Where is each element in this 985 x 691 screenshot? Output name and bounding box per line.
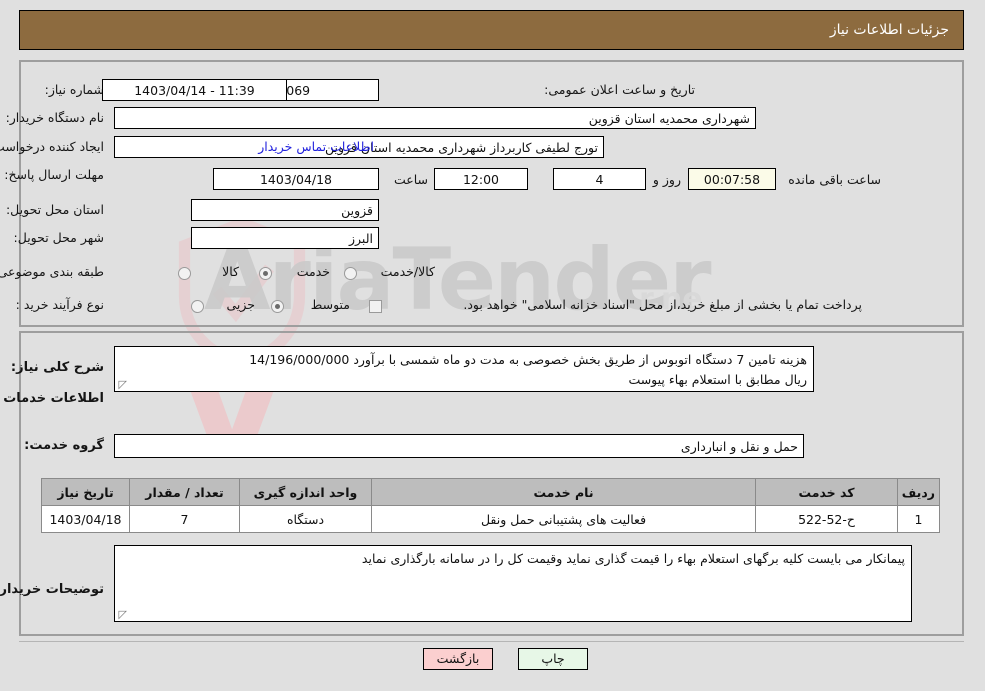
cell-unit: دستگاه bbox=[240, 505, 373, 533]
page-title: جزئیات اطلاعات نیاز bbox=[830, 22, 950, 38]
description-line-1: هزینه تامین 7 دستگاه اتوبوس از طریق بخش … bbox=[250, 352, 808, 367]
cell-code: ح-52-522 bbox=[756, 505, 899, 533]
label-buyer-notes: توضیحات خریدار: bbox=[0, 582, 105, 597]
buyer-notes-text: پیمانکار می بایست کلیه برگهای استعلام به… bbox=[362, 551, 906, 566]
label-requester: ایجاد کننده درخواست: bbox=[0, 139, 105, 154]
radio-category-kala[interactable] bbox=[179, 267, 192, 280]
label-service-group: گروه خدمت: bbox=[25, 438, 105, 453]
label-buyer-org: نام دستگاه خریدار: bbox=[6, 110, 105, 125]
label-announce-datetime: تاریخ و ساعت اعلان عمومی: bbox=[545, 82, 696, 97]
label-purchase-partial: جزیی bbox=[227, 297, 256, 312]
page-root: V AriaTender r.ne جزئیات اطلاعات نیاز شم… bbox=[0, 0, 985, 691]
announce-datetime-field: 11:39 - 1403/04/14 bbox=[103, 79, 288, 101]
th-code: کد خدمت bbox=[756, 478, 899, 506]
deadline-days-field: 4 bbox=[554, 168, 647, 190]
th-name: نام خدمت bbox=[372, 478, 757, 506]
label-category: طبقه بندی موضوعی: bbox=[0, 264, 105, 279]
label-deadline-days: روز و bbox=[653, 172, 682, 187]
label-delivery-city: شهر محل تحویل: bbox=[14, 230, 105, 245]
resize-grip-icon-notes[interactable]: ◸ bbox=[118, 609, 128, 620]
checkbox-treasury-docs[interactable] bbox=[370, 300, 383, 313]
service-group-field: حمل و نقل و انبارداری bbox=[115, 434, 805, 458]
label-deadline-remaining: ساعت باقی مانده bbox=[789, 172, 882, 187]
cell-quantity: 7 bbox=[130, 505, 241, 533]
cell-need-date: 1403/04/18 bbox=[42, 505, 131, 533]
label-category-kala: کالا bbox=[223, 264, 240, 279]
window-title-bar: جزئیات اطلاعات نیاز bbox=[20, 10, 965, 50]
services-section-title: اطلاعات خدمات مورد نیاز bbox=[0, 391, 105, 406]
radio-purchase-partial[interactable] bbox=[192, 300, 205, 313]
th-quantity: تعداد / مقدار bbox=[130, 478, 241, 506]
buyer-notes-textarea[interactable]: پیمانکار می بایست کلیه برگهای استعلام به… bbox=[115, 545, 913, 622]
radio-purchase-medium[interactable] bbox=[272, 300, 285, 313]
label-purchase-medium: متوسط bbox=[311, 297, 351, 312]
radio-category-kala-khedmat[interactable] bbox=[345, 267, 358, 280]
delivery-city-field: البرز bbox=[192, 227, 380, 249]
label-deadline: مهلت ارسال پاسخ: تا تاریخ: bbox=[0, 167, 105, 182]
radio-category-khedmat[interactable] bbox=[260, 267, 273, 280]
label-deadline-time: ساعت bbox=[394, 172, 429, 187]
table-row[interactable]: 1 ح-52-522 فعالیت های پشتیبانی حمل ونقل … bbox=[42, 505, 941, 533]
cell-row: 1 bbox=[898, 505, 941, 533]
label-category-kala-khedmat: کالا/خدمت bbox=[381, 264, 436, 279]
back-button[interactable]: بازگشت bbox=[424, 648, 494, 670]
label-category-khedmat: خدمت bbox=[297, 264, 331, 279]
th-row: ردیف bbox=[898, 478, 941, 506]
description-line-2: ریال مطابق با استعلام بهاء پیوست bbox=[629, 372, 808, 387]
buyer-org-field: شهرداری محمدیه استان قزوین bbox=[115, 107, 757, 129]
deadline-time-field: 12:00 bbox=[435, 168, 529, 190]
deadline-date-field: 1403/04/18 bbox=[214, 168, 380, 190]
description-textarea[interactable]: هزینه تامین 7 دستگاه اتوبوس از طریق بخش … bbox=[115, 346, 815, 392]
delivery-province-field: قزوین bbox=[192, 199, 380, 221]
resize-grip-icon[interactable]: ◸ bbox=[118, 379, 128, 390]
services-table: ردیف کد خدمت نام خدمت واحد اندازه گیری ت… bbox=[42, 478, 941, 533]
label-description: شرح کلی نیاز: bbox=[11, 360, 105, 375]
label-delivery-province: استان محل تحویل: bbox=[6, 202, 105, 217]
deadline-remaining-field: 00:07:58 bbox=[689, 168, 777, 190]
cell-name: فعالیت های پشتیبانی حمل ونقل bbox=[372, 505, 757, 533]
label-need-number: شماره نیاز: bbox=[45, 82, 105, 97]
table-header-row: ردیف کد خدمت نام خدمت واحد اندازه گیری ت… bbox=[42, 478, 941, 506]
label-purchase-type: نوع فرآیند خرید : bbox=[16, 297, 105, 312]
buyer-contact-link[interactable]: اطلاعات تماس خریدار bbox=[259, 139, 375, 154]
print-button[interactable]: چاپ bbox=[519, 648, 589, 670]
treasury-note-text: پرداخت تمام یا بخشی از مبلغ خرید،از محل … bbox=[464, 297, 863, 312]
th-need-date: تاریخ نیاز bbox=[42, 478, 131, 506]
th-unit: واحد اندازه گیری bbox=[240, 478, 373, 506]
